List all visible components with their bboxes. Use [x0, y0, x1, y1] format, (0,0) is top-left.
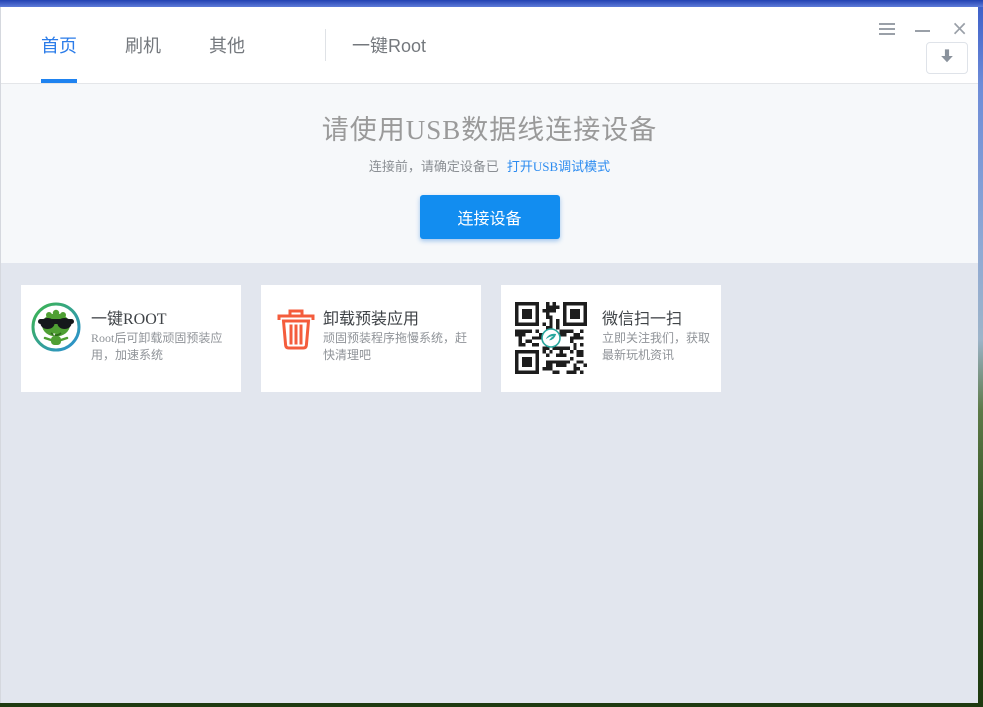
trash-icon	[277, 305, 315, 351]
card-one-key-root[interactable]: 一键ROOT Root后可卸载顽固预装应用，加速系统	[21, 285, 241, 392]
qr-center-logo-icon	[541, 328, 561, 348]
usb-debug-mode-link[interactable]: 打开USB调试模式	[507, 159, 610, 174]
minimize-icon	[915, 30, 931, 32]
close-button[interactable]: ×	[951, 18, 968, 38]
tab-one-key-root[interactable]: 一键Root	[352, 7, 426, 83]
hero-section: 请使用USB数据线连接设备 连接前，请确定设备已 打开USB调试模式 连接设备	[1, 84, 978, 263]
tab-other[interactable]: 其他	[209, 7, 245, 83]
download-arrow-icon	[937, 46, 957, 71]
feature-cards: 一键ROOT Root后可卸载顽固预装应用，加速系统 卸载预装应用 顽固预装程序…	[1, 263, 978, 414]
nav-divider	[325, 29, 326, 61]
tab-flash[interactable]: 刷机	[125, 7, 161, 83]
hero-title: 请使用USB数据线连接设备	[321, 115, 658, 145]
wechat-qr-code	[515, 302, 587, 374]
card-title: 卸载预装应用	[323, 311, 420, 328]
app-window: 首页 刷机 其他 一键Root × 请使用USB数据线连接设备 连接前，请确定设…	[0, 7, 978, 703]
download-button[interactable]	[926, 42, 968, 74]
connect-device-button[interactable]: 连接设备	[419, 195, 560, 239]
card-description: 顽固预装程序拖慢系统，赶快清理吧	[323, 331, 468, 362]
window-top-border	[0, 0, 983, 7]
hero-subtitle: 连接前，请确定设备已 打开USB调试模式	[1, 156, 978, 175]
card-uninstall-preinstalled[interactable]: 卸载预装应用 顽固预装程序拖慢系统，赶快清理吧	[261, 285, 481, 392]
card-description: Root后可卸载顽固预装应用，加速系统	[91, 331, 223, 362]
card-title: 一键ROOT	[91, 311, 167, 328]
nav-bar: 首页 刷机 其他 一键Root ×	[1, 7, 978, 84]
card-wechat-scan[interactable]: 微信扫一扫 立即关注我们，获取最新玩机资讯	[501, 285, 721, 392]
minimize-button[interactable]	[915, 21, 931, 32]
menu-icon[interactable]	[879, 23, 896, 35]
tab-home[interactable]: 首页	[41, 7, 77, 83]
hero-subtitle-text: 连接前，请确定设备已	[368, 159, 499, 174]
card-title: 微信扫一扫	[602, 311, 683, 328]
card-description: 立即关注我们，获取最新玩机资讯	[602, 331, 711, 362]
root-mascot-icon	[31, 302, 81, 352]
window-controls: ×	[879, 18, 968, 38]
